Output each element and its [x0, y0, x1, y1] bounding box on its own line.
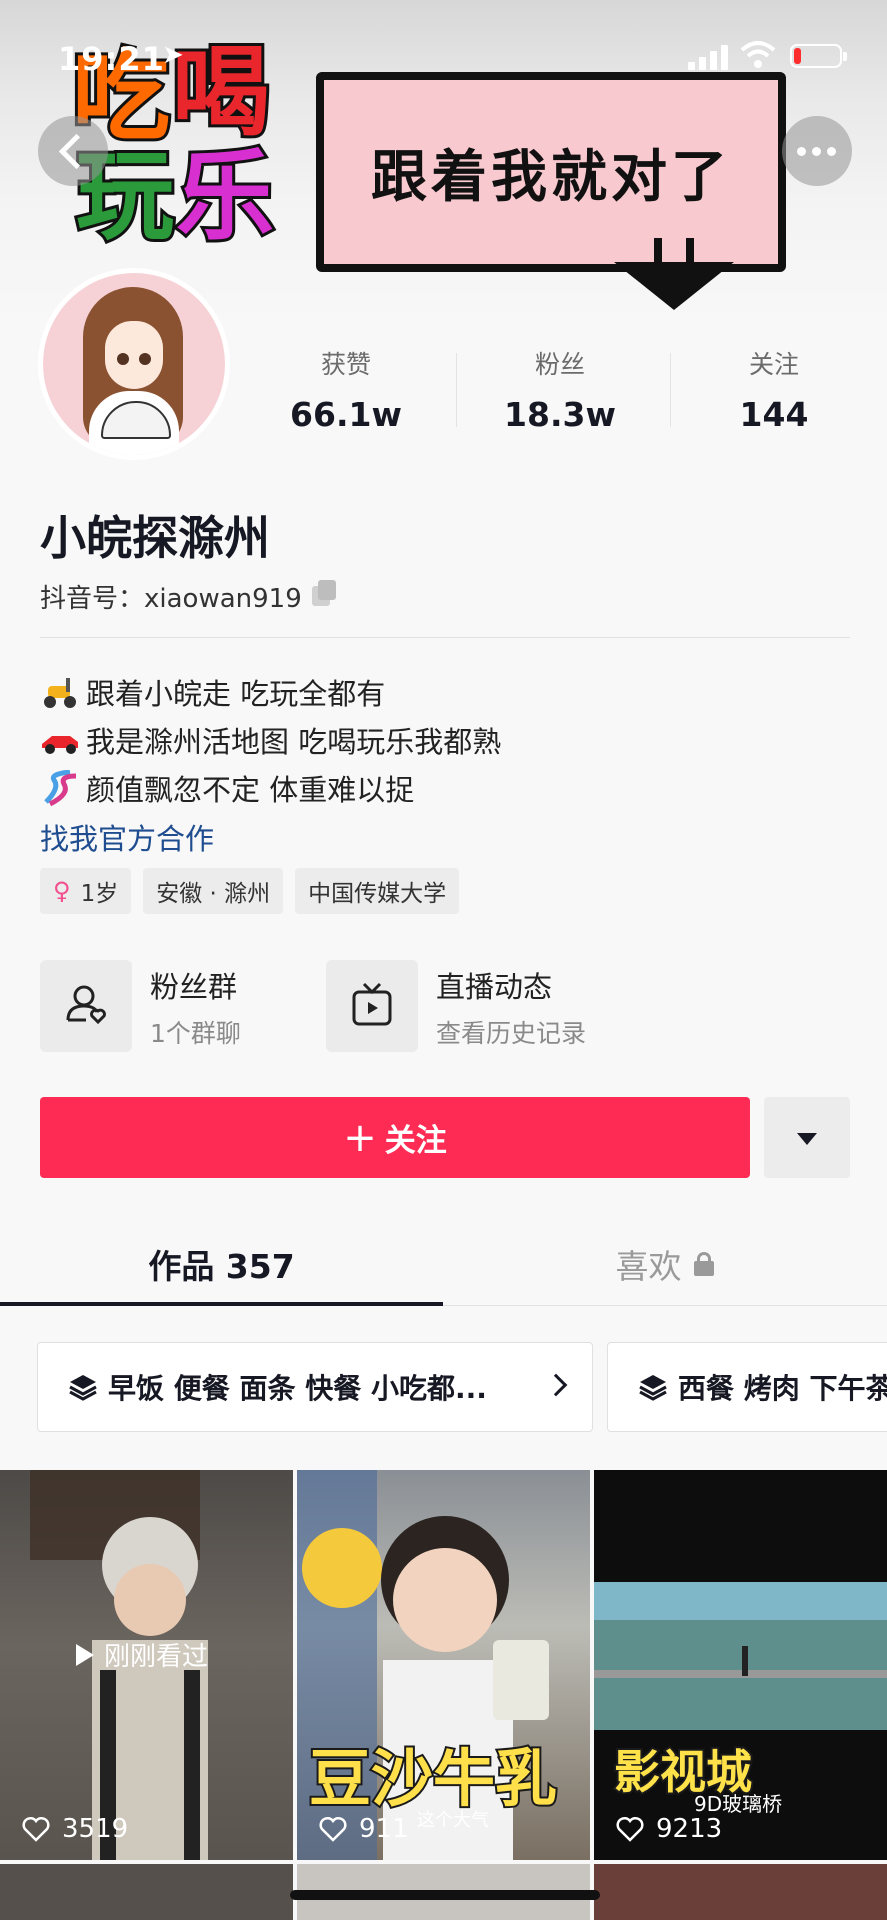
- avatar[interactable]: [38, 268, 230, 460]
- tag-age: ♀ 1岁: [40, 868, 132, 914]
- cellular-signal-icon: [688, 44, 730, 70]
- stat-following-value: 144: [739, 395, 809, 434]
- tab-active-indicator: [0, 1302, 443, 1306]
- like-count: 3519: [22, 1814, 128, 1844]
- collection-card[interactable]: 早饭 便餐 面条 快餐 小吃都...: [37, 1342, 593, 1432]
- plus-icon: +: [343, 1114, 377, 1161]
- like-count: 911: [319, 1814, 409, 1844]
- collection-stack-icon: [68, 1372, 98, 1402]
- chevron-right-icon: [544, 1373, 568, 1397]
- video-overlay-caption: 9D玻璃桥: [694, 1792, 783, 1816]
- stat-divider: [670, 353, 671, 427]
- video-thumbnail[interactable]: [594, 1864, 887, 1920]
- video-thumbnail[interactable]: 刚刚看过 3519: [0, 1470, 293, 1860]
- collections-row[interactable]: 早饭 便餐 面条 快餐 小吃都... 西餐 烤肉 下午茶: [37, 1342, 887, 1432]
- video-grid: 刚刚看过 3519 豆沙牛乳 这个大气 911 影视城 9D玻璃桥 9213: [0, 1470, 887, 1920]
- bio-line: 颜值飘忽不定 体重难以捉: [40, 764, 501, 812]
- wifi-icon: [740, 40, 776, 70]
- battery-icon: [790, 44, 847, 68]
- collection-card[interactable]: 西餐 烤肉 下午茶: [607, 1342, 887, 1432]
- live-history-subtitle: 查看历史记录: [436, 1019, 587, 1048]
- heart-icon: [616, 1816, 644, 1842]
- stat-following[interactable]: 关注 144: [674, 345, 874, 434]
- lock-icon: [693, 1252, 714, 1276]
- stat-divider: [456, 353, 457, 427]
- recommend-dropdown-button[interactable]: [764, 1097, 850, 1178]
- divider: [40, 637, 850, 638]
- fan-group-title: 粉丝群: [150, 970, 238, 1004]
- race-car-icon: [40, 722, 80, 758]
- bio-text: 跟着小皖走 吃玩全都有: [86, 677, 386, 711]
- collection-title: 西餐 烤肉 下午茶: [678, 1372, 887, 1405]
- live-history-title: 直播动态: [436, 970, 553, 1004]
- tag-school: 中国传媒大学: [295, 868, 460, 914]
- tab-likes[interactable]: 喜欢: [443, 1222, 886, 1306]
- follow-label: 关注: [384, 1123, 447, 1159]
- heart-icon: [22, 1816, 50, 1842]
- profile-bio: 跟着小皖走 吃玩全都有 我是滁州活地图 吃喝玩乐我都熟 颜值飘忽不定 体重难以捉: [40, 668, 501, 812]
- profile-stats: 获赞 66.1w 粉丝 18.3w 关注 144: [246, 345, 874, 445]
- bio-line: 我是滁州活地图 吃喝玩乐我都熟: [40, 716, 501, 764]
- logo-char-4: 乐: [173, 140, 277, 254]
- tag-age-text: 1岁: [80, 881, 119, 907]
- home-indicator[interactable]: [290, 1890, 600, 1900]
- copy-icon[interactable]: [310, 580, 338, 608]
- stat-likes-value: 66.1w: [290, 395, 402, 434]
- stat-likes-label: 获赞: [320, 350, 371, 379]
- profile-handle: 抖音号：xiaowan919: [40, 584, 302, 614]
- video-thumbnail[interactable]: 豆沙牛乳 这个大气 911: [297, 1470, 590, 1860]
- stat-followers[interactable]: 粉丝 18.3w: [460, 345, 660, 434]
- video-overlay-caption: 这个大气: [417, 1810, 489, 1831]
- like-count-value: 9213: [656, 1814, 723, 1844]
- status-bar: 19:21 ➤: [0, 0, 887, 110]
- video-thumbnail[interactable]: 影视城 9D玻璃桥 9213: [594, 1470, 887, 1860]
- more-dots-icon: [797, 147, 806, 156]
- bio-text: 颜值飘忽不定 体重难以捉: [86, 773, 415, 807]
- tag-location: 安徽 · 滁州: [143, 868, 284, 914]
- recently-viewed-text: 刚刚看过: [104, 1642, 209, 1672]
- video-thumbnail[interactable]: [0, 1864, 293, 1920]
- tab-likes-label: 喜欢: [615, 1247, 682, 1286]
- location-arrow-icon: ➤: [162, 40, 184, 70]
- back-button[interactable]: [38, 116, 108, 186]
- like-count: 9213: [616, 1814, 722, 1844]
- sign-arrow-icon: [614, 262, 734, 310]
- more-button[interactable]: [782, 116, 852, 186]
- content-tabs: 作品 357 喜欢: [0, 1222, 887, 1306]
- scooter-icon: [40, 674, 80, 710]
- recently-viewed-badge: 刚刚看过: [76, 1636, 208, 1673]
- like-count-value: 3519: [62, 1814, 129, 1844]
- stat-followers-value: 18.3w: [504, 395, 616, 434]
- fan-group-icon: [40, 960, 132, 1052]
- live-history-link[interactable]: 直播动态 查看历史记录: [326, 960, 626, 1052]
- bio-line: 跟着小皖走 吃玩全都有: [40, 668, 501, 716]
- bio-text: 我是滁州活地图 吃喝玩乐我都熟: [86, 725, 502, 759]
- live-replay-icon: [326, 960, 418, 1052]
- stat-likes[interactable]: 获赞 66.1w: [246, 345, 446, 434]
- fan-group-link[interactable]: 粉丝群 1个群聊: [40, 960, 270, 1052]
- collection-stack-icon: [638, 1372, 668, 1402]
- tab-works-label: 作品 357: [148, 1247, 295, 1286]
- profile-name: 小皖探滁州: [40, 511, 270, 565]
- play-icon: [76, 1643, 94, 1666]
- status-time: 19:21: [58, 40, 165, 78]
- slogan-text: 跟着我就对了: [371, 145, 731, 210]
- like-count-value: 911: [359, 1814, 409, 1844]
- tab-works[interactable]: 作品 357: [0, 1222, 443, 1306]
- video-overlay-title: 豆沙牛乳: [307, 1740, 559, 1817]
- fan-group-subtitle: 1个群聊: [150, 1019, 241, 1048]
- stat-following-label: 关注: [748, 350, 799, 379]
- collection-title: 早饭 便餐 面条 快餐 小吃都...: [108, 1372, 487, 1405]
- profile-tags: ♀ 1岁 安徽 · 滁州 中国传媒大学: [40, 868, 471, 914]
- stat-followers-label: 粉丝: [534, 350, 585, 379]
- official-cooperation-link[interactable]: 找我官方合作: [40, 816, 214, 858]
- dna-icon: [40, 769, 80, 807]
- female-icon: ♀: [53, 877, 71, 905]
- heart-icon: [319, 1816, 347, 1842]
- follow-button[interactable]: + 关注: [40, 1097, 750, 1178]
